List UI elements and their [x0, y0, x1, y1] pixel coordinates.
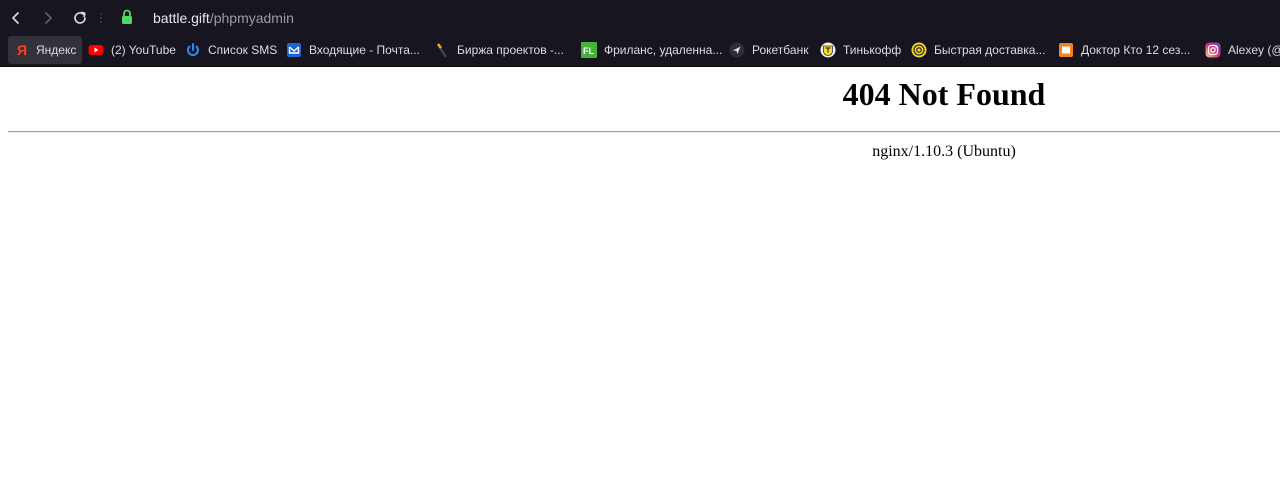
youtube-icon	[88, 42, 104, 58]
address-path: /phpmyadmin	[209, 10, 294, 26]
address-bar[interactable]: battle.gift/phpmyadmin	[153, 9, 294, 27]
mail-icon	[286, 42, 302, 58]
bookmark-label: Тинькофф	[843, 43, 902, 57]
delivery-icon	[911, 42, 927, 58]
bookmark-label: Быстрая доставка...	[934, 43, 1046, 57]
bookmark-doctor-who[interactable]: Доктор Кто 12 сез...	[1058, 36, 1190, 64]
bookmark-youtube[interactable]: (2) YouTube	[88, 36, 176, 64]
fl-icon: FL	[581, 42, 597, 58]
svg-text:Я: Я	[17, 42, 27, 58]
bookmark-tinkoff[interactable]: Тинькофф	[820, 36, 901, 64]
reload-button[interactable]	[70, 8, 90, 28]
bookmark-label: (2) YouTube	[111, 43, 176, 57]
site-security-button[interactable]	[121, 9, 133, 30]
bookmark-label: Входящие - Почта...	[309, 43, 420, 57]
bookmark-label: Яндекс	[36, 43, 77, 57]
instagram-icon	[1205, 42, 1221, 58]
arrow-left-icon	[9, 11, 23, 25]
browser-toolbar: battle.gift/phpmyadmin	[0, 0, 1280, 36]
bookmark-label: Alexey (@	[1228, 43, 1280, 57]
yandex-icon: Я	[13, 42, 29, 58]
tinkoff-icon	[820, 42, 836, 58]
svg-text:FL: FL	[583, 46, 594, 56]
bookmark-rocketbank[interactable]: Рокетбанк	[729, 36, 808, 64]
bookmark-inbox-mail[interactable]: Входящие - Почта...	[286, 36, 420, 64]
bookmarks-bar: Я Яндекс (2) YouTube Список SMS Входящие…	[0, 36, 1280, 67]
video-icon	[1058, 42, 1074, 58]
bookmark-label: Рокетбанк	[752, 43, 809, 57]
bookmark-freelance[interactable]: FL Фриланс, удаленна...	[581, 36, 722, 64]
back-button[interactable]	[6, 8, 26, 28]
bookmark-project-exchange[interactable]: Биржа проектов -...	[434, 36, 564, 64]
reload-icon	[72, 10, 88, 26]
toolbar-separator	[100, 13, 102, 23]
bookmark-label: Доктор Кто 12 сез...	[1081, 43, 1191, 57]
bookmark-instagram[interactable]: Alexey (@	[1205, 36, 1280, 64]
lock-icon	[121, 9, 133, 29]
bookmark-sms-list[interactable]: Список SMS	[185, 36, 277, 64]
bookmark-label: Фриланс, удаленна...	[604, 43, 723, 57]
kwork-icon	[434, 42, 450, 58]
divider	[8, 131, 1280, 133]
bookmark-label: Список SMS	[208, 43, 278, 57]
arrow-right-icon	[41, 11, 55, 25]
page-content: 404 Not Found nginx/1.10.3 (Ubuntu)	[0, 68, 1280, 490]
address-host: battle.gift	[153, 10, 210, 26]
power-icon	[185, 42, 201, 58]
rocketbank-icon	[729, 42, 745, 58]
bookmark-yandex[interactable]: Я Яндекс	[8, 36, 83, 64]
bookmark-fast-delivery[interactable]: Быстрая доставка...	[911, 36, 1045, 64]
server-signature: nginx/1.10.3 (Ubuntu)	[872, 143, 1016, 160]
forward-button[interactable]	[38, 8, 58, 28]
error-heading: 404 Not Found	[842, 76, 1046, 112]
bookmark-label: Биржа проектов -...	[457, 43, 564, 57]
